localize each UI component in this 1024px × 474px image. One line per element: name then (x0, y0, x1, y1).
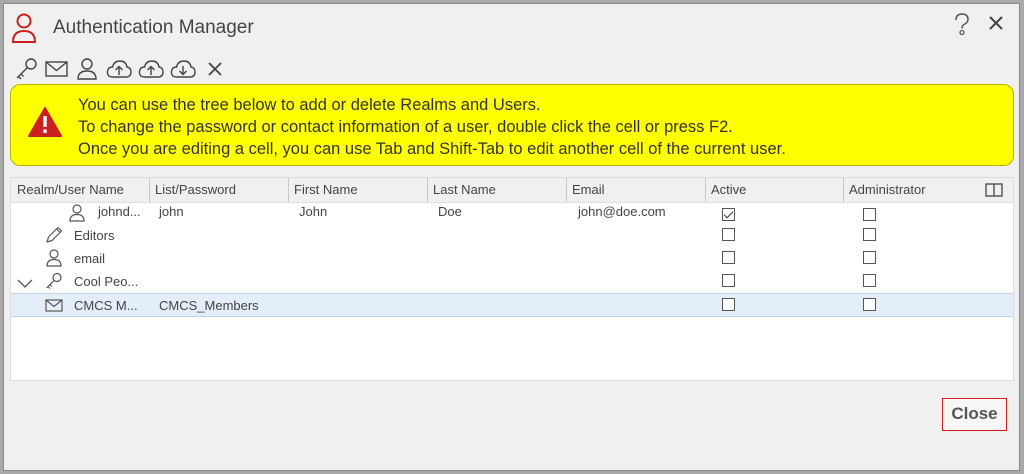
table-row[interactable]: johnd... john John Doe john@doe.com (11, 202, 1013, 225)
table-row[interactable]: Cool Peo... (11, 270, 1013, 293)
banner-line-1: You can use the tree below to add or del… (78, 96, 541, 114)
row-name: Editors (74, 228, 115, 243)
authentication-manager-dialog: Authentication Manager You can use the t… (3, 3, 1020, 471)
title-bar: Authentication Manager (4, 4, 1019, 52)
administrator-checkbox[interactable] (863, 274, 876, 287)
grid-header: Realm/User Name List/Password First Name… (11, 178, 1013, 203)
row-name: Cool Peo... (74, 274, 139, 289)
column-header-active[interactable]: Active (705, 178, 843, 202)
chevron-down-icon[interactable] (15, 273, 35, 293)
column-header-email[interactable]: Email (566, 178, 705, 202)
row-name: johnd... (98, 204, 141, 219)
close-icon[interactable] (986, 13, 1006, 33)
row-list-password: john (159, 204, 184, 219)
column-header-administrator[interactable]: Administrator (843, 178, 973, 202)
key-icon[interactable] (14, 56, 40, 82)
cloud-upload-alt-icon[interactable] (138, 56, 164, 82)
users-grid: Realm/User Name List/Password First Name… (10, 177, 1014, 381)
dialog-title: Authentication Manager (53, 17, 254, 38)
active-checkbox[interactable] (722, 298, 735, 311)
table-row[interactable]: email (11, 247, 1013, 270)
active-checkbox[interactable] (722, 208, 735, 221)
delete-icon[interactable] (202, 56, 228, 82)
row-name: CMCS M... (74, 298, 138, 313)
row-first-name: John (299, 204, 328, 219)
banner-line-2: To change the password or contact inform… (78, 118, 733, 136)
cloud-upload-icon[interactable] (106, 56, 132, 82)
user-icon (69, 204, 85, 222)
warning-icon (28, 107, 62, 137)
row-email: john@doe.com (578, 204, 666, 219)
active-checkbox[interactable] (722, 228, 735, 241)
column-header-list-password[interactable]: List/Password (149, 178, 288, 202)
active-checkbox[interactable] (722, 251, 735, 264)
administrator-checkbox[interactable] (863, 251, 876, 264)
close-button[interactable]: Close (942, 398, 1007, 431)
row-list-password: CMCS_Members (159, 298, 259, 313)
mail-icon[interactable] (44, 56, 70, 82)
user-icon (46, 249, 62, 267)
administrator-checkbox[interactable] (863, 228, 876, 241)
banner-line-3: Once you are editing a cell, you can use… (78, 140, 786, 158)
active-checkbox[interactable] (722, 274, 735, 287)
user-icon (11, 13, 37, 43)
mail-icon (45, 299, 63, 312)
row-last-name: Doe (438, 204, 462, 219)
columns-icon[interactable] (985, 183, 1003, 197)
column-header-last-name[interactable]: Last Name (427, 178, 566, 202)
column-header-first-name[interactable]: First Name (288, 178, 427, 202)
table-row[interactable]: CMCS M... CMCS_Members (11, 293, 1013, 317)
administrator-checkbox[interactable] (863, 298, 876, 311)
info-banner: You can use the tree below to add or del… (10, 84, 1014, 166)
pencil-icon (46, 226, 63, 243)
table-row[interactable]: Editors (11, 224, 1013, 247)
user-icon[interactable] (74, 56, 100, 82)
help-icon[interactable] (952, 12, 972, 36)
administrator-checkbox[interactable] (863, 208, 876, 221)
row-name: email (74, 251, 106, 266)
column-header-realm-user-name[interactable]: Realm/User Name (11, 178, 149, 202)
key-icon (46, 272, 62, 289)
cloud-download-icon[interactable] (170, 56, 196, 82)
